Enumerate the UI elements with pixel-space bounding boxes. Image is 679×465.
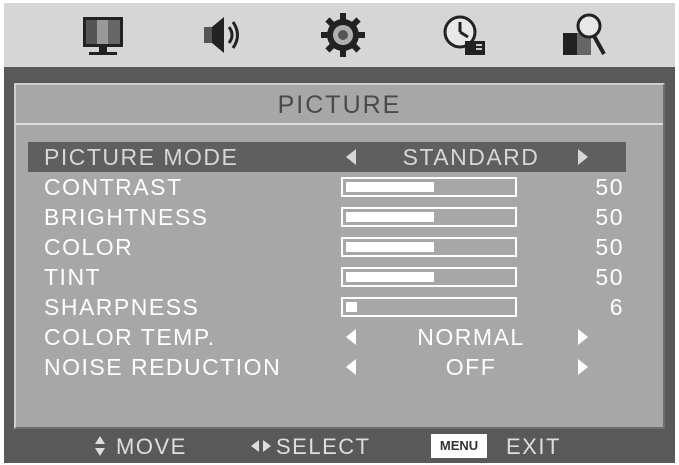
key-hint-bar: MOVE SELECT MENU EXIT <box>4 429 675 463</box>
picture-mode-value: STANDARD <box>402 144 540 170</box>
tint-label: TINT <box>44 264 102 290</box>
left-arrow-icon[interactable] <box>346 359 356 375</box>
left-arrow-icon[interactable] <box>346 149 356 165</box>
color-value: 50 <box>595 234 624 260</box>
left-right-arrows-icon <box>250 434 272 460</box>
brightness-slider[interactable] <box>341 207 517 227</box>
contrast-slider[interactable] <box>341 177 517 197</box>
up-down-arrows-icon <box>94 434 106 460</box>
picture-icon[interactable] <box>79 11 127 59</box>
color-slider[interactable] <box>341 237 517 257</box>
noise-reduction-label: NOISE REDUCTION <box>44 354 282 380</box>
contrast-row[interactable]: CONTRAST 50 <box>28 172 626 202</box>
right-arrow-icon[interactable] <box>578 329 588 345</box>
color-slider-fill <box>346 242 434 252</box>
sharpness-row[interactable]: SHARPNESS 6 <box>28 292 626 322</box>
left-arrow-icon[interactable] <box>346 329 356 345</box>
menu-icon-bar <box>4 3 675 67</box>
timer-clock-icon[interactable] <box>441 11 489 59</box>
page-title: PICTURE <box>277 91 402 119</box>
brightness-slider-fill <box>346 212 434 222</box>
brightness-value: 50 <box>595 204 624 230</box>
tint-row[interactable]: TINT 50 <box>28 262 626 292</box>
color-temp-row[interactable]: COLOR TEMP. NORMAL <box>28 322 626 352</box>
contrast-slider-fill <box>346 182 434 192</box>
picture-settings-panel: PICTURE PICTURE MODE STANDARD CONTRAST 5… <box>14 83 665 429</box>
brightness-row[interactable]: BRIGHTNESS 50 <box>28 202 626 232</box>
title-divider <box>16 123 663 125</box>
move-hint: MOVE <box>116 434 187 459</box>
sharpness-slider[interactable] <box>341 297 517 317</box>
noise-reduction-row[interactable]: NOISE REDUCTION OFF <box>28 352 626 382</box>
right-arrow-icon[interactable] <box>578 359 588 375</box>
color-row[interactable]: COLOR 50 <box>28 232 626 262</box>
setup-gear-icon[interactable] <box>319 11 367 59</box>
picture-mode-label: PICTURE MODE <box>44 144 239 170</box>
lock-search-icon[interactable] <box>559 11 607 59</box>
osd-menu: PICTURE PICTURE MODE STANDARD CONTRAST 5… <box>4 3 675 463</box>
picture-mode-row[interactable]: PICTURE MODE STANDARD <box>28 142 626 172</box>
noise-reduction-value: OFF <box>445 354 497 380</box>
sharpness-label: SHARPNESS <box>44 294 200 320</box>
brightness-label: BRIGHTNESS <box>44 204 209 230</box>
exit-hint: EXIT <box>506 434 561 459</box>
color-temp-label: COLOR TEMP. <box>44 324 216 350</box>
tint-slider-fill <box>346 272 434 282</box>
color-label: COLOR <box>44 234 134 260</box>
contrast-value: 50 <box>595 174 624 200</box>
tint-value: 50 <box>595 264 624 290</box>
sharpness-slider-fill <box>346 302 357 312</box>
color-temp-value: NORMAL <box>417 324 525 350</box>
menu-key-badge: MENU <box>431 434 487 458</box>
contrast-label: CONTRAST <box>44 174 183 200</box>
right-arrow-icon[interactable] <box>578 149 588 165</box>
tint-slider[interactable] <box>341 267 517 287</box>
select-hint: SELECT <box>276 434 371 459</box>
sound-icon[interactable] <box>198 11 246 59</box>
sharpness-value: 6 <box>609 294 624 320</box>
